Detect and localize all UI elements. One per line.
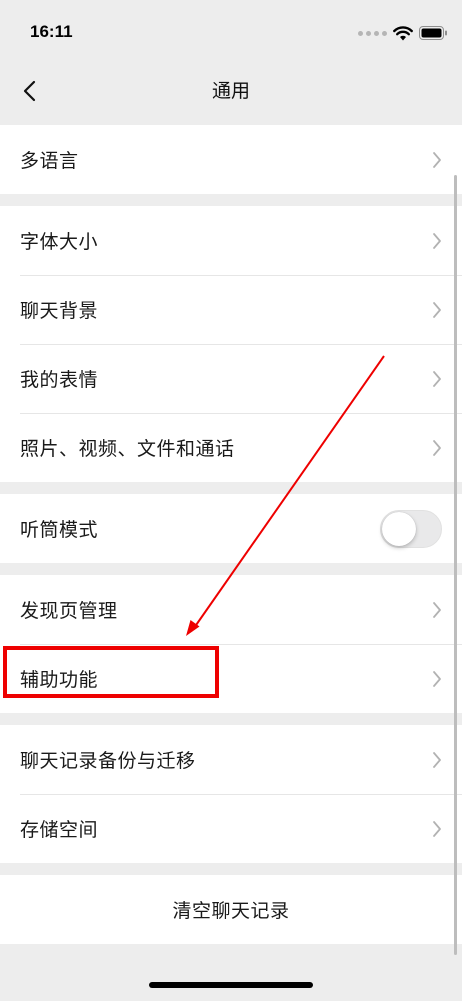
setting-row-language[interactable]: 多语言 [0, 125, 462, 194]
clear-chat-group: 清空聊天记录 [0, 875, 462, 944]
status-icons [358, 23, 448, 43]
setting-row-storage-space[interactable]: 存储空间 [0, 794, 462, 863]
earpiece-mode-toggle[interactable] [380, 509, 442, 548]
setting-label: 聊天背景 [20, 300, 99, 322]
setting-label: 多语言 [20, 150, 79, 172]
clear-chat-history-button[interactable]: 清空聊天记录 [0, 875, 462, 944]
home-indicator[interactable] [149, 982, 313, 988]
setting-row-chat-background[interactable]: 聊天背景 [0, 275, 462, 344]
setting-label: 辅助功能 [20, 669, 99, 691]
setting-label: 存储空间 [20, 819, 99, 841]
signal-icon [358, 30, 387, 36]
battery-icon [419, 26, 447, 40]
settings-group-earpiece: 听筒模式 [0, 494, 462, 563]
chevron-right-icon [433, 670, 441, 687]
page-title: 通用 [211, 80, 250, 102]
chevron-right-icon [433, 151, 441, 168]
setting-label: 聊天记录备份与迁移 [20, 750, 196, 772]
setting-label: 我的表情 [20, 369, 99, 391]
wifi-icon [393, 25, 413, 40]
chevron-right-icon [433, 820, 441, 837]
setting-row-earpiece-mode: 听筒模式 [0, 494, 462, 563]
setting-label: 照片、视频、文件和通话 [20, 438, 235, 460]
status-bar: 16:11 [0, 0, 462, 62]
chevron-right-icon [433, 370, 441, 387]
settings-group-language: 多语言 [0, 125, 462, 194]
settings-list: 多语言 字体大小 聊天背景 我的表情 照片、视频、文件和通话 听筒模式 发现页管… [0, 125, 462, 956]
setting-label: 听筒模式 [20, 519, 99, 541]
chevron-right-icon [433, 601, 441, 618]
status-time: 16:11 [30, 22, 73, 41]
chevron-right-icon [433, 232, 441, 249]
chevron-right-icon [433, 439, 441, 456]
nav-bar: 通用 [0, 62, 462, 120]
settings-group-discover: 发现页管理 辅助功能 [0, 575, 462, 713]
scrollbar[interactable] [454, 175, 457, 955]
toggle-knob [382, 511, 416, 546]
chevron-right-icon [433, 301, 441, 318]
chevron-right-icon [433, 751, 441, 768]
setting-row-my-stickers[interactable]: 我的表情 [0, 344, 462, 413]
settings-group-storage: 聊天记录备份与迁移 存储空间 [0, 725, 462, 863]
setting-label: 发现页管理 [20, 600, 118, 622]
clear-chat-history-label: 清空聊天记录 [172, 900, 290, 922]
setting-row-media-files-calls[interactable]: 照片、视频、文件和通话 [0, 413, 462, 482]
setting-label: 字体大小 [20, 231, 99, 253]
setting-row-discover-management[interactable]: 发现页管理 [0, 575, 462, 644]
setting-row-font-size[interactable]: 字体大小 [0, 206, 462, 275]
setting-row-chat-backup-migration[interactable]: 聊天记录备份与迁移 [0, 725, 462, 794]
settings-group-display: 字体大小 聊天背景 我的表情 照片、视频、文件和通话 [0, 206, 462, 482]
setting-row-accessibility[interactable]: 辅助功能 [0, 644, 462, 713]
